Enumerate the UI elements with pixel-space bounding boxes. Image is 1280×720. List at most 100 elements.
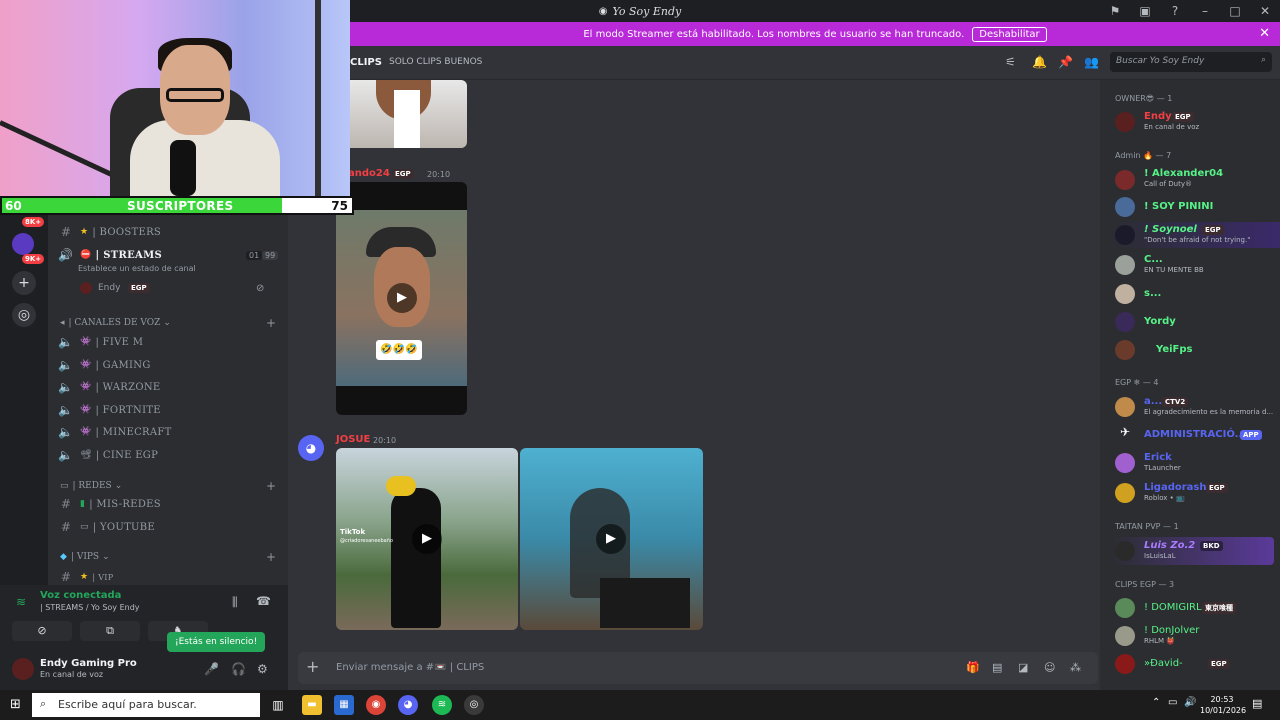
avatar[interactable]: ✈ xyxy=(1115,425,1135,445)
avatar[interactable] xyxy=(1115,225,1135,245)
spotify-icon[interactable]: ≋ xyxy=(432,695,452,715)
category-redes[interactable]: ▭ | REDES ⌄ + xyxy=(60,479,276,493)
play-icon[interactable]: ▶ xyxy=(387,283,417,313)
avatar[interactable] xyxy=(1115,626,1135,646)
category-vips[interactable]: ◆ | VIPS ⌄ + xyxy=(60,550,276,564)
member-name[interactable]: ADMINISTRACIÓ... xyxy=(1144,429,1246,440)
obs-icon[interactable]: ◎ xyxy=(464,695,484,715)
member-name[interactable]: »Ðavid- xyxy=(1144,658,1183,669)
add-attachment-icon[interactable]: + xyxy=(306,657,319,676)
notification-icon[interactable]: ▤ xyxy=(1252,697,1262,710)
voice-channel[interactable]: 🔈 👾 | FORTNITE xyxy=(58,400,161,420)
message-composer[interactable]: + Enviar mensaje a #📼 | CLIPS 🎁 ▤ ◪ ☺ ⁂ xyxy=(298,652,1098,684)
add-channel-icon[interactable]: + xyxy=(266,479,276,493)
minimize-icon[interactable]: – xyxy=(1190,4,1220,18)
video-attachment[interactable]: ▶ xyxy=(520,448,703,630)
voice-channel[interactable]: 🔈 👾 | FIVE M xyxy=(58,332,143,352)
avatar[interactable] xyxy=(1115,312,1135,332)
taskbar-search[interactable]: ⌕ Escribe aquí para buscar. xyxy=(32,693,260,717)
avatar[interactable] xyxy=(1115,654,1135,674)
message-author[interactable]: JOSUE xyxy=(336,434,370,445)
voice-status[interactable]: Voz conectada xyxy=(40,590,121,601)
member-name[interactable]: Yordy xyxy=(1144,316,1176,327)
text-channel[interactable]: # ▭ | YOUTUBE xyxy=(58,517,155,537)
pin-icon[interactable]: 📌 xyxy=(1058,55,1073,69)
discord-canary-icon[interactable]: ◕ xyxy=(398,695,418,715)
discover-icon[interactable]: ◎ xyxy=(12,303,36,327)
member-name[interactable]: ! Soynoel xyxy=(1144,224,1197,235)
member-name[interactable]: Erick xyxy=(1144,452,1172,463)
voice-channel[interactable]: 🔈 📽 | CINE EGP xyxy=(58,445,158,465)
member-name[interactable]: ! Alexander04 xyxy=(1144,168,1223,179)
apps-icon[interactable]: ⁂ xyxy=(1070,661,1081,674)
voice-channel[interactable]: 🔈 👾 | WARZONE xyxy=(58,377,161,397)
deafen-icon[interactable]: 🎧 xyxy=(231,662,246,676)
chrome-icon[interactable]: ◉ xyxy=(366,695,386,715)
member-name[interactable]: Endy xyxy=(1144,111,1172,122)
avatar[interactable] xyxy=(1115,397,1135,417)
voice-channel-path[interactable]: | STREAMS / Yo Soy Endy xyxy=(40,603,140,612)
signal-icon[interactable]: ≋ xyxy=(16,595,26,609)
add-server-icon[interactable]: + xyxy=(12,271,36,295)
clock[interactable]: 20:53 10/01/2026 xyxy=(1200,694,1246,716)
network-icon[interactable]: ▭ xyxy=(1168,697,1177,708)
bell-icon[interactable]: 🔔 xyxy=(1032,55,1047,69)
windows-start-icon[interactable]: ⊞ xyxy=(10,697,21,712)
avatar[interactable]: ◕ xyxy=(298,435,324,461)
maximize-icon[interactable]: □ xyxy=(1220,4,1250,18)
camera-button[interactable]: ⊘ xyxy=(12,621,72,641)
member-name[interactable]: ! DonJolver xyxy=(1144,625,1199,636)
avatar[interactable] xyxy=(1115,340,1135,360)
message-author[interactable]: ando24 xyxy=(348,168,390,179)
avatar[interactable] xyxy=(1115,453,1135,473)
add-channel-icon[interactable]: + xyxy=(266,550,276,564)
member-name[interactable]: ! DOMIGIRL xyxy=(1144,602,1202,613)
search-input[interactable]: Buscar Yo Soy Endy ⌕ xyxy=(1110,52,1272,72)
member-name[interactable]: Luis Zo.2 xyxy=(1144,540,1195,551)
file-explorer-icon[interactable]: ▬ xyxy=(302,695,322,715)
channel-item-active[interactable]: 🔊 ⛔ | STREAMS xyxy=(58,245,162,265)
gift-icon[interactable]: 🎁 xyxy=(966,661,980,674)
clip-thumbnail[interactable] xyxy=(336,80,467,148)
gear-icon[interactable]: ⚙ xyxy=(257,662,268,676)
video-attachment[interactable]: TikTok @criadoresaneebaño ▶ xyxy=(336,448,518,630)
member-name[interactable]: C... xyxy=(1144,254,1163,265)
avatar[interactable] xyxy=(1115,170,1135,190)
member-name[interactable]: s... xyxy=(1144,288,1161,299)
avatar[interactable] xyxy=(1115,541,1135,561)
flag-icon[interactable]: ⚑ xyxy=(1100,4,1130,18)
video-attachment[interactable]: ▶ 🤣🤣🤣 xyxy=(336,182,467,415)
avatar[interactable] xyxy=(1115,483,1135,503)
screen-share-button[interactable]: ⧉ xyxy=(80,621,140,641)
member-name[interactable]: a... xyxy=(1144,396,1162,407)
mic-muted-icon[interactable]: 🎤 xyxy=(204,662,219,676)
voice-user-name[interactable]: Endy xyxy=(98,283,120,293)
text-channel[interactable]: # ★ | VIP xyxy=(58,567,113,585)
member-name[interactable]: YeiFps xyxy=(1156,344,1192,355)
disable-streamer-button[interactable]: Deshabilitar xyxy=(972,26,1047,42)
members-icon[interactable]: 👥 xyxy=(1084,55,1099,69)
sticker-icon[interactable]: ◪ xyxy=(1018,661,1028,674)
category-voice[interactable]: ◂ | CANALES DE VOZ ⌄ + xyxy=(60,316,276,330)
close-icon[interactable]: ✕ xyxy=(1250,4,1280,18)
task-view-icon[interactable]: ▥ xyxy=(268,695,288,715)
avatar[interactable] xyxy=(1115,598,1135,618)
voice-channel[interactable]: 🔈 👾 | MINECRAFT xyxy=(58,422,172,442)
close-banner-icon[interactable]: ✕ xyxy=(1259,26,1270,41)
threads-icon[interactable]: ⚟ xyxy=(1005,55,1016,69)
user-name[interactable]: Endy Gaming Pro xyxy=(40,658,137,669)
channel-item[interactable]: # ★ | BOOSTERS xyxy=(58,222,161,242)
avatar[interactable] xyxy=(1115,255,1135,275)
disconnect-icon[interactable]: ☎ xyxy=(256,594,271,608)
channel-status[interactable]: Establece un estado de canal xyxy=(78,264,196,273)
member-name[interactable]: ! SOY PININI xyxy=(1144,201,1213,212)
avatar[interactable] xyxy=(1115,284,1135,304)
avatar[interactable] xyxy=(1115,197,1135,217)
gif-icon[interactable]: ▤ xyxy=(992,661,1002,674)
avatar[interactable] xyxy=(12,658,34,680)
volume-icon[interactable]: 🔊 xyxy=(1184,697,1196,708)
play-icon[interactable]: ▶ xyxy=(412,524,442,554)
store-icon[interactable]: ▦ xyxy=(334,695,354,715)
play-icon[interactable]: ▶ xyxy=(596,524,626,554)
inbox-icon[interactable]: ▣ xyxy=(1130,4,1160,18)
